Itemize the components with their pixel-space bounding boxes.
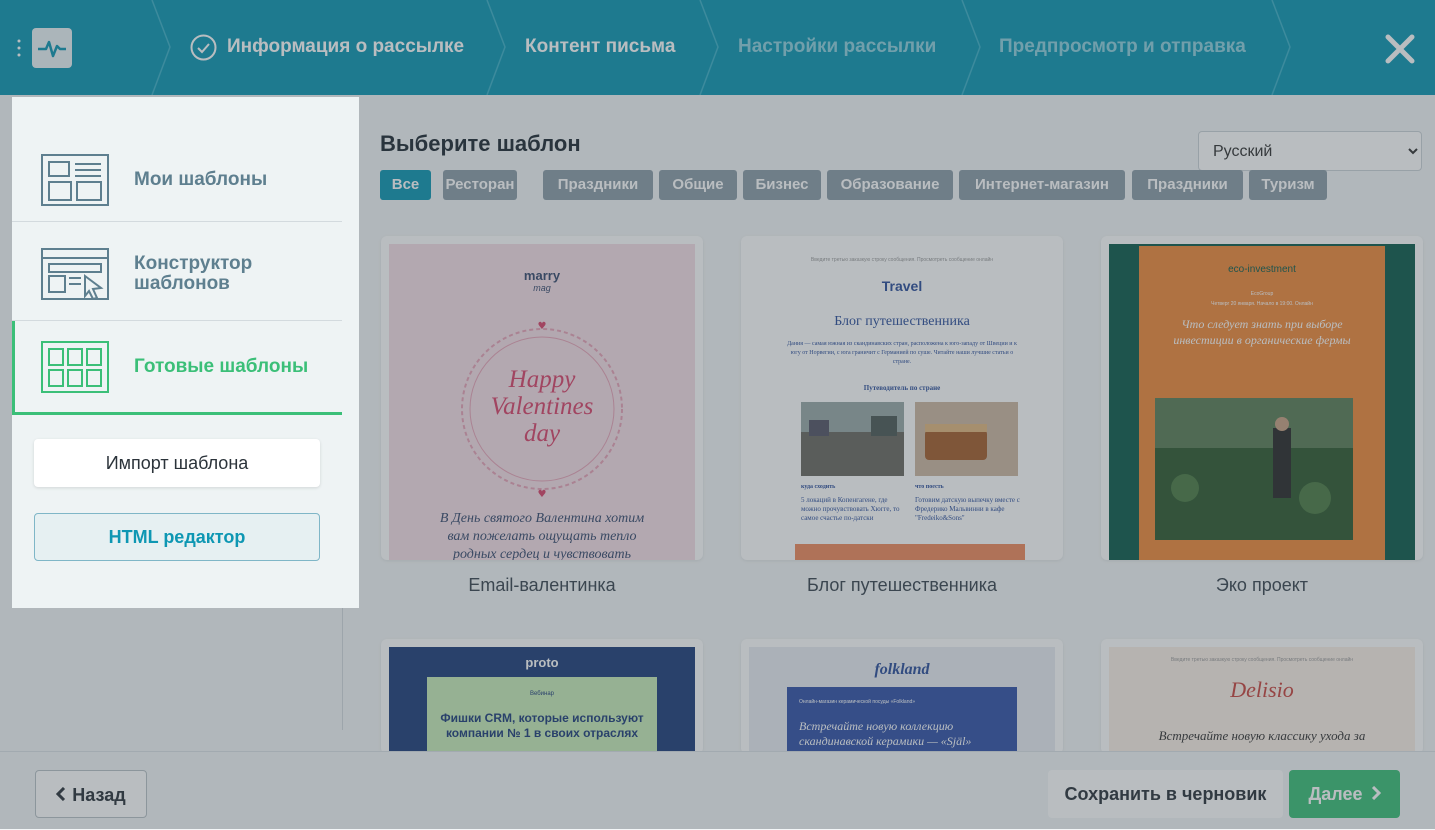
step-check-icon <box>190 34 217 61</box>
back-label: Назад <box>72 785 126 805</box>
tag-business[interactable]: Бизнес <box>743 170 821 200</box>
pastry-photo <box>915 402 1018 476</box>
tag-general[interactable]: Общие <box>659 170 737 200</box>
chevron-left-icon <box>56 771 66 819</box>
sidebar-item-builder[interactable]: Конструктор шаблонов <box>12 221 342 321</box>
travel-intro: Дания — самая южная из скандинавских стр… <box>787 341 1017 365</box>
template-card-valentine[interactable]: marry mag ♥ ♥ Happy Valentines day В Ден… <box>381 236 703 560</box>
step-settings[interactable]: Настройки рассылки <box>738 36 936 58</box>
builder-icon <box>41 248 109 305</box>
back-button[interactable]: Назад <box>35 770 147 818</box>
brand-logo: Delisio <box>1230 677 1294 702</box>
tag-education[interactable]: Образование <box>827 170 953 200</box>
language-select[interactable]: Русский <box>1198 131 1422 171</box>
brand-logo: Travel <box>881 278 923 294</box>
vertical-dots-icon[interactable] <box>16 38 22 58</box>
step-info[interactable]: Информация о рассылке <box>227 36 464 58</box>
tag-holidays[interactable]: Праздники <box>543 170 653 200</box>
svg-text:♥: ♥ <box>538 321 547 332</box>
preheader: Введите третью заказкую строку сообщения… <box>1170 657 1354 663</box>
template-name: Блог путешественника <box>807 575 997 595</box>
template-card-delisio[interactable]: Введите третью заказкую строку сообщения… <box>1101 639 1423 754</box>
template-preview: eco-investment EcoGroup Четверг 20 январ… <box>1109 244 1415 560</box>
next-label: Далее <box>1308 784 1363 804</box>
brand-logo: proto <box>525 655 559 670</box>
proto-heading: Фишки CRM, которые используют компании №… <box>440 711 644 740</box>
folkland-body: Онлайн-магазин керамической посуды «Folk… <box>787 687 1017 754</box>
template-card-travel[interactable]: Введите третью заказкую строку сообщения… <box>741 236 1063 560</box>
brand-logo: eco-investment <box>1228 264 1296 275</box>
proto-body: Вебинар Фишки CRM, которые используют ко… <box>427 677 657 754</box>
sidebar-item-label: Готовые шаблоны <box>134 356 309 377</box>
tag-restaurant[interactable]: Ресторан <box>443 170 517 200</box>
template-preview: folkland Онлайн-магазин керамической пос… <box>749 647 1055 754</box>
street-photo <box>801 402 904 476</box>
svg-text:♥: ♥ <box>538 489 547 500</box>
layout-icon <box>41 154 109 211</box>
template-preview: Введите третью заказкую строку сообщения… <box>1109 647 1415 754</box>
template-preview: proto Вебинар Фишки CRM, которые использ… <box>389 647 695 754</box>
template-name: Email-валентинка <box>468 575 616 595</box>
wizard-header: Информация о рассылке Контент письма Нас… <box>0 0 1435 95</box>
next-button[interactable]: Далее <box>1289 770 1400 818</box>
template-card-folkland[interactable]: folkland Онлайн-магазин керамической пос… <box>741 639 1063 754</box>
template-source-panel: Мои шаблоны Конструктор шаблонов Готовые… <box>12 97 359 608</box>
brand-logo: marry <box>523 268 561 283</box>
grid-icon <box>41 341 109 398</box>
template-name: Эко проект <box>1215 575 1309 595</box>
proto-label: Вебинар <box>529 691 555 697</box>
banner-strip <box>795 544 1025 560</box>
eco-body: eco-investment EcoGroup Четверг 20 январ… <box>1139 246 1385 560</box>
brand-sub: mag <box>533 283 551 293</box>
sidebar-item-label: Мои шаблоны <box>134 169 268 190</box>
brand-logo: folkland <box>874 661 930 678</box>
step-content[interactable]: Контент письма <box>525 36 675 58</box>
preheader: Введите третью заказкую строку сообщения… <box>810 257 994 263</box>
page-title: Выберите шаблон <box>380 131 581 156</box>
save-draft-button[interactable]: Сохранить в черновик <box>1048 770 1283 818</box>
delisio-heading: Встречайте новую классику ухода за кожей <box>1158 728 1366 754</box>
tag-all[interactable]: Все <box>380 170 431 200</box>
eco-heading: Что следует знать при выборе инвестиции … <box>1173 317 1351 347</box>
sidebar-item-my-templates[interactable]: Мои шаблоны <box>12 97 342 222</box>
template-preview: marry mag ♥ ♥ Happy Valentines day В Ден… <box>389 244 695 560</box>
event-date: Четверг 20 января. Начало в 19:00. Онлай… <box>1211 301 1313 307</box>
travel-heading: Блог путешественника <box>834 314 970 329</box>
close-icon[interactable] <box>1383 32 1417 66</box>
tag-tourism[interactable]: Туризм <box>1249 170 1327 200</box>
sidebar-item-ready-templates[interactable]: Готовые шаблоны <box>12 321 342 415</box>
brand-sub: EcoGroup <box>1250 291 1274 297</box>
step-preview[interactable]: Предпросмотр и отправка <box>999 36 1246 58</box>
folkland-heading: Встречайте новую коллекцию скандинавской… <box>799 719 972 748</box>
pulse-icon[interactable] <box>32 28 72 68</box>
farm-photo <box>1155 398 1353 540</box>
template-preview: Введите третью заказкую строку сообщения… <box>749 244 1055 560</box>
sidebar-item-label: Конструктор шаблонов <box>134 253 253 294</box>
travel-section: Путеводитель по стране <box>863 384 941 392</box>
folkland-small: Онлайн-магазин керамической посуды «Folk… <box>799 699 916 705</box>
import-template-button[interactable]: Импорт шаблона <box>34 439 320 487</box>
valentine-heading: Happy Valentines day <box>490 366 594 447</box>
col2-title: что поесть <box>915 484 944 490</box>
col1-text: 5 локаций в Копенгагене, где можно прочу… <box>801 496 900 522</box>
chevron-right-icon <box>1371 770 1381 818</box>
html-editor-button[interactable]: HTML редактор <box>34 513 320 561</box>
col1-title: куда сходить <box>801 484 836 490</box>
template-card-proto[interactable]: proto Вебинар Фишки CRM, которые использ… <box>381 639 703 754</box>
col2-text: Готовим датскую выпечку вместе с Фредери… <box>915 496 1020 522</box>
template-card-eco[interactable]: eco-investment EcoGroup Четверг 20 январ… <box>1101 236 1423 560</box>
tag-ecommerce[interactable]: Интернет-магазин <box>959 170 1125 200</box>
valentine-body: В День святого Валентина хотим вам пожел… <box>439 511 645 560</box>
tag-holidays-2[interactable]: Праздники <box>1132 170 1243 200</box>
